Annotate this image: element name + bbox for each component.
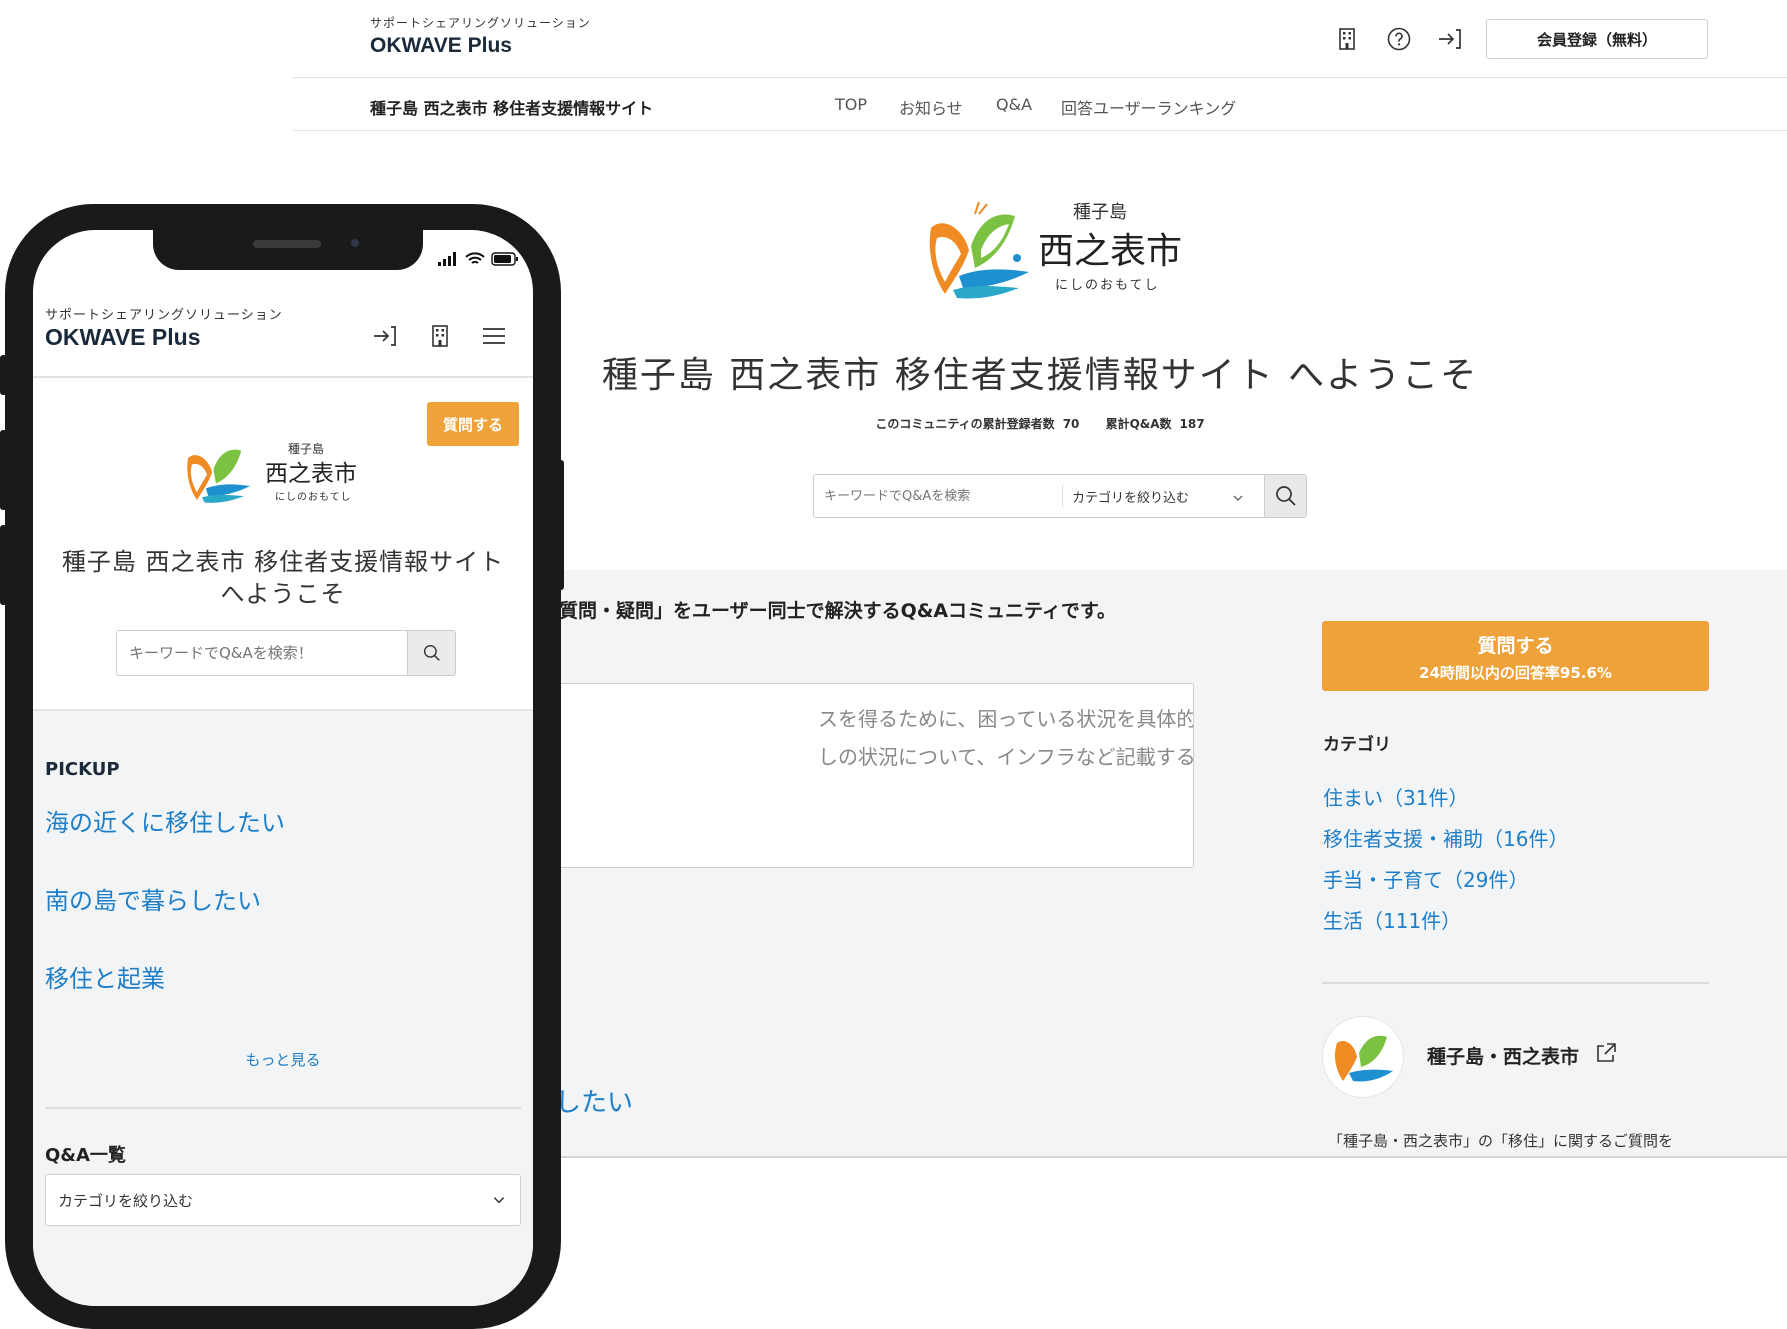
brand-subtitle: サポートシェアリングソリューション [370, 16, 591, 30]
building-icon[interactable] [1333, 25, 1361, 53]
chevron-down-icon[interactable] [1232, 489, 1244, 508]
section-divider [45, 1107, 521, 1109]
sidebar-divider [1322, 982, 1709, 984]
category-select[interactable]: カテゴリを絞り込む [1072, 475, 1252, 517]
logo-sub: にしのおもてし [275, 492, 352, 503]
brand-subtitle: サポートシェアリングソリューション [45, 308, 283, 323]
nav-top[interactable]: TOP [835, 95, 867, 114]
category-link[interactable]: 手当・子育て（29件） [1323, 864, 1568, 905]
search-bar: カテゴリを絞り込む [813, 474, 1307, 518]
pickup-link[interactable]: したい [555, 1082, 633, 1119]
question-textarea[interactable]: スを得るために、困っている状況を具体的に書きましょう。移 しの状況について、イン… [523, 683, 1194, 868]
ask-button-sub: 24時間以内の回答率95.6% [1419, 664, 1612, 682]
category-heading: カテゴリ [1323, 735, 1391, 755]
more-link[interactable]: もっと見る [33, 1049, 533, 1070]
category-link[interactable]: 住まい（31件） [1323, 782, 1568, 823]
building-icon[interactable] [426, 322, 454, 350]
mobile-header: サポートシェアリングソリューション OKWAVE Plus [33, 296, 533, 378]
category-list: 住まい（31件） 移住者支援・補助（16件） 手当・子育て（29件） 生活（11… [1323, 782, 1568, 946]
ask-button-label: 質問する [1477, 635, 1554, 657]
qa-count-value: 187 [1179, 417, 1205, 431]
category-select[interactable]: カテゴリを絞り込む [45, 1174, 521, 1226]
logo-top: 種子島 [1073, 202, 1127, 223]
pickup-item[interactable]: 南の島で暮らしたい [45, 881, 261, 916]
signal-icon [438, 252, 456, 266]
page-title: 種子島 西之表市 移住者支援情報サイト へようこそ [33, 546, 533, 610]
menu-icon[interactable] [480, 322, 508, 350]
textarea-placeholder-line: しの状況について、インフラなど記載すると回答者が回答しや [818, 745, 1194, 769]
login-icon[interactable] [1436, 25, 1464, 53]
camera-dot [351, 239, 359, 247]
brand-logo[interactable]: OKWAVE Plus [370, 34, 512, 58]
city-avatar [1322, 1016, 1404, 1098]
city-logo: 種子島 西之表市 にしのおもてし [183, 438, 359, 510]
search-input[interactable] [814, 475, 1059, 517]
members-value: 70 [1062, 417, 1080, 431]
butterfly-logo-icon [187, 449, 251, 503]
search-divider [1062, 485, 1063, 507]
mobile-content: PICKUP 海の近くに移住したい 南の島で暮らしたい 移住と起業 もっと見る … [33, 709, 533, 1306]
nav-ranking[interactable]: 回答ユーザーランキング [1061, 95, 1236, 119]
logo-sub: にしのおもてし [1055, 278, 1160, 293]
search-button[interactable] [1264, 475, 1306, 517]
logo-main: 西之表市 [265, 461, 357, 487]
community-intro: 質問・疑問」をユーザー同士で解決するQ&Aコミュニティです。 [559, 600, 1117, 622]
page-title-line: へようこそ [220, 580, 346, 608]
site-nav: 種子島 西之表市 移住者支援情報サイト TOP お知らせ Q&A 回答ユーザーラ… [293, 78, 1787, 131]
pickup-item[interactable]: 移住と起業 [45, 959, 165, 994]
pickup-item[interactable]: 海の近くに移住したい [45, 803, 285, 838]
category-link[interactable]: 生活（111件） [1323, 905, 1568, 946]
search-icon [1275, 486, 1296, 506]
mobile-device: サポートシェアリングソリューション OKWAVE Plus 質問する 種子島 西… [5, 204, 561, 1329]
logo-main: 西之表市 [1038, 231, 1183, 272]
search-icon [423, 644, 440, 661]
brand-logo[interactable]: OKWAVE Plus [45, 324, 201, 351]
textarea-placeholder-line: スを得るために、困っている状況を具体的に書きましょう。移 [818, 707, 1194, 731]
city-link[interactable]: 種子島・西之表市 [1427, 1042, 1579, 1069]
search-bar [116, 630, 456, 676]
search-button[interactable] [407, 631, 455, 675]
chevron-down-icon [493, 1197, 505, 1204]
phone-notch [153, 230, 423, 270]
external-link-icon[interactable] [1595, 1042, 1617, 1068]
help-icon[interactable] [1385, 25, 1413, 53]
wifi-icon [465, 252, 485, 264]
login-icon[interactable] [371, 322, 399, 350]
ask-question-button[interactable]: 質問する 24時間以内の回答率95.6% [1322, 621, 1709, 691]
pickup-heading: PICKUP [45, 759, 120, 780]
battery-icon [491, 252, 518, 266]
desktop-header: サポートシェアリングソリューション OKWAVE Plus 会員登録（無料） [293, 0, 1787, 78]
speaker-grille [253, 240, 321, 248]
category-select-label: カテゴリを絞り込む [58, 1191, 194, 1210]
page-title-line: 種子島 西之表市 移住者支援情報サイト [61, 548, 505, 576]
qa-list-heading: Q&A一覧 [45, 1145, 126, 1166]
category-link[interactable]: 移住者支援・補助（16件） [1323, 823, 1568, 864]
mobile-screen: サポートシェアリングソリューション OKWAVE Plus 質問する 種子島 西… [33, 230, 533, 1306]
qa-count-label: 累計Q&A数 [1105, 417, 1172, 431]
nav-news[interactable]: お知らせ [899, 95, 963, 119]
ask-question-button[interactable]: 質問する [427, 402, 519, 446]
search-input[interactable] [117, 631, 407, 675]
register-button[interactable]: 会員登録（無料） [1486, 19, 1708, 59]
butterfly-logo-icon [929, 201, 1029, 299]
city-description: 「種子島・西之表市」の「移住」に関するご質問を [1328, 1132, 1674, 1150]
nav-qa[interactable]: Q&A [996, 95, 1032, 114]
status-bar [437, 252, 519, 266]
members-label: このコミュニティの累計登録者数 [875, 417, 1055, 431]
site-name[interactable]: 種子島 西之表市 移住者支援情報サイト [370, 95, 653, 119]
city-logo: 種子島 西之表市 にしのおもてし [923, 198, 1203, 308]
